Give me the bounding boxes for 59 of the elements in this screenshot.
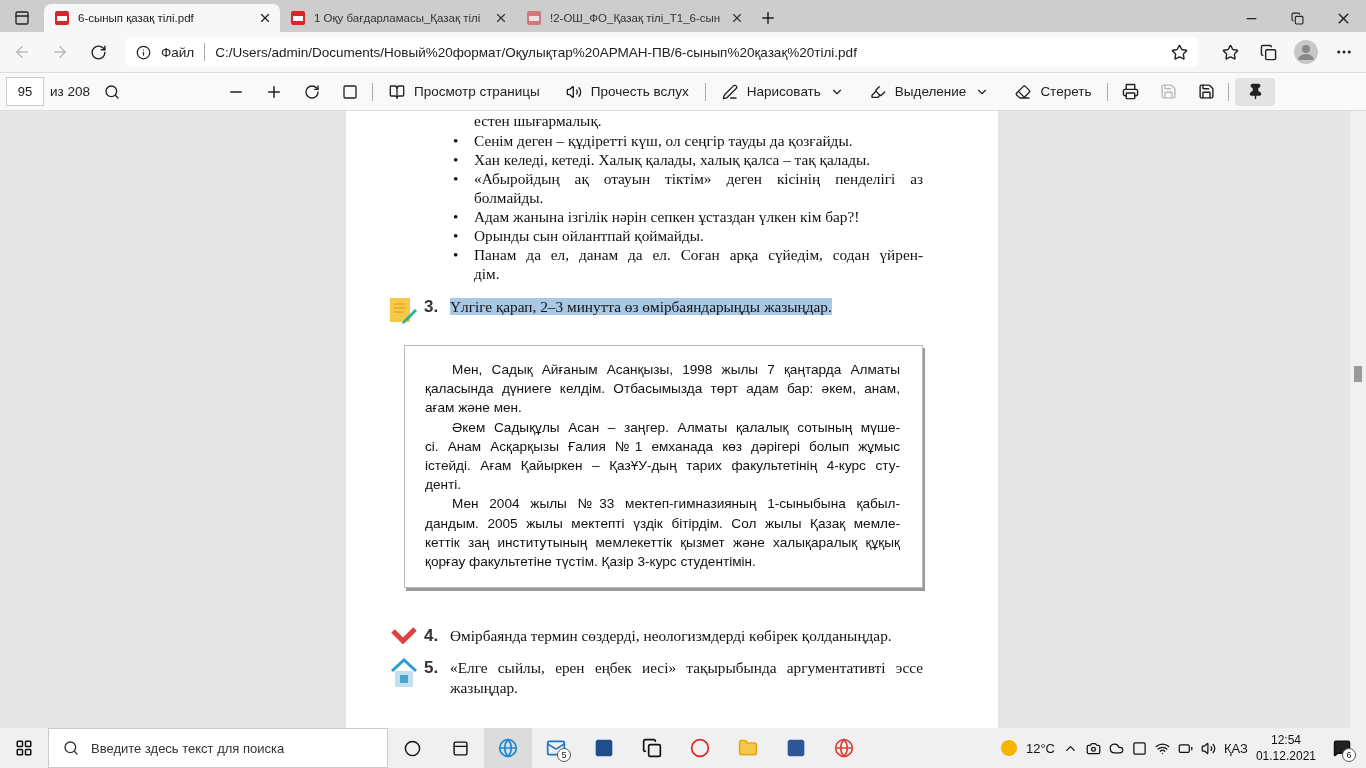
read-icon — [565, 83, 582, 100]
wifi-icon[interactable] — [1155, 740, 1170, 756]
taskbar-search-field[interactable]: Введите здесь текст для поиска — [48, 728, 388, 768]
scrollbar[interactable] — [1350, 111, 1366, 728]
address-bar[interactable]: Файл C:/Users/admin/Documents/Новый%20формат/Оқулықтар%20АРМАН-ПВ/6-сынып%20қазақ%20тілі.pdf — [126, 37, 1198, 67]
task-text: «Елге сыйлы, ерен еңбек иесі» тақырыбында аргументативті эссе жазыңдар. — [450, 658, 923, 699]
browser-tab[interactable]: 6-сынып қазақ тілі.pdf — [44, 4, 280, 32]
list-item-text: Панам да ел, данам да ел. Соған арқа сүйедім, содан үйрен- дім. — [474, 245, 923, 283]
pdf-file-icon — [290, 10, 306, 26]
pin-icon[interactable] — [1235, 77, 1276, 106]
list-item-text: Адам жанына ізгілік нәрін сепкен ұстаздан үлкен кім бар?! — [474, 207, 861, 226]
close-icon[interactable] — [730, 11, 744, 25]
browser-tab[interactable]: 1 Оқу бағдарламасы_Қазақ тілі — [280, 4, 516, 32]
task-text: Өмірбаянда термин сөздерді, неологизмдерді көбірек қолданыңдар. — [450, 626, 893, 647]
task-text: Үлгіге қарап, 2–3 минутта өз өмірбаяндарыңды жазыңдар. — [450, 297, 833, 317]
bullet: • — [453, 208, 459, 225]
list-item-text: естен шығармалық. — [474, 111, 603, 131]
list-item-text: Орынды сын ойлантпай қоймайды. — [474, 226, 705, 245]
list-item-text: Хан келеді, кетеді. Халық қалады, халық қалса – тақ қалады. — [474, 150, 872, 169]
view-icon — [389, 83, 405, 100]
paragraph: Мен, Садық Айғаным Асанқызы, 1998 жылы 7 қаңтарда Алматы қаласында дүниеге келдім. Отбасымызда төрт адам бар: әкем, анам, ағам және мен. — [425, 361, 900, 418]
notepad-pen-icon — [389, 297, 419, 325]
camera-icon[interactable] — [1086, 740, 1101, 756]
close-icon[interactable] — [258, 11, 272, 25]
house-icon — [390, 658, 418, 689]
page-number-field[interactable]: 95 — [6, 77, 44, 106]
language-indicator[interactable]: ҚАЗ — [1224, 740, 1248, 756]
task-number: 3. — [424, 297, 440, 317]
pdf-file-icon — [54, 10, 70, 26]
sun-icon — [999, 739, 1018, 757]
paragraph: Мен 2004 жылы №33 мектеп-гимназияның 1-сыныбына қабыл- дандым. 2005 жылы мектепті үздік бітірдім. Сол жылы Қазақ мемле- кеттік заң институтының мемлекеттік қызмет және халықаралық құқық қорғау факультетіне түстім. Қазір 3-курс студентімін. — [425, 495, 900, 572]
task-number: 4. — [424, 626, 440, 647]
bullet: • — [453, 132, 459, 149]
toolbar-button[interactable]: Нарисовать — [711, 76, 854, 107]
toolbar-button[interactable]: Выделение — [859, 76, 1000, 107]
toolbar-button[interactable]: Прочесть вслух — [555, 76, 699, 107]
close-icon[interactable] — [494, 11, 508, 25]
pdf-file-icon — [526, 10, 542, 26]
toolbar-button[interactable]: Просмотр страницы — [379, 76, 550, 107]
paragraph: Әкем Садықұлы Асан – заңгер. Алматы қалалық сотының мүше- сі. Анам Асқарқызы Ғалия №1 емханада көз дәрігері болып жұмыс істейді. Ағам Қайыркен – ҚазҰУ-дың тарих факультетінің 4-курс сту- денті. — [425, 418, 900, 495]
bullet: • — [453, 246, 459, 263]
cloud-icon[interactable] — [1109, 740, 1124, 756]
browser-tab[interactable]: !2-ОШ_ФО_Қазақ тілі_Т1_6-сын — [516, 4, 752, 32]
volume-icon[interactable] — [1201, 740, 1216, 756]
page-count: из 208 — [50, 84, 90, 99]
bullet: • — [453, 151, 459, 168]
list-item-text: Сенім деген – құдіретті күш, ол сеңгір тауды да қозғайды. — [474, 131, 854, 150]
toolbar-button[interactable]: Стереть — [1005, 76, 1102, 107]
bullet: • — [453, 170, 459, 187]
temperature: 12°C — [1025, 740, 1055, 756]
bullet: • — [453, 227, 459, 244]
draw-icon — [721, 83, 738, 100]
highlight-icon — [869, 83, 886, 100]
search-icon — [63, 740, 79, 756]
task-number: 5. — [424, 658, 440, 679]
clock[interactable]: 12:54 01.12.2021 — [1255, 732, 1316, 764]
erase-icon — [1015, 83, 1032, 100]
checkmark-icon — [390, 626, 418, 645]
list-item-text: «Абыройдың ақ отауын тіктім» деген кісінің пенделігі аз болмайды. — [474, 169, 923, 207]
